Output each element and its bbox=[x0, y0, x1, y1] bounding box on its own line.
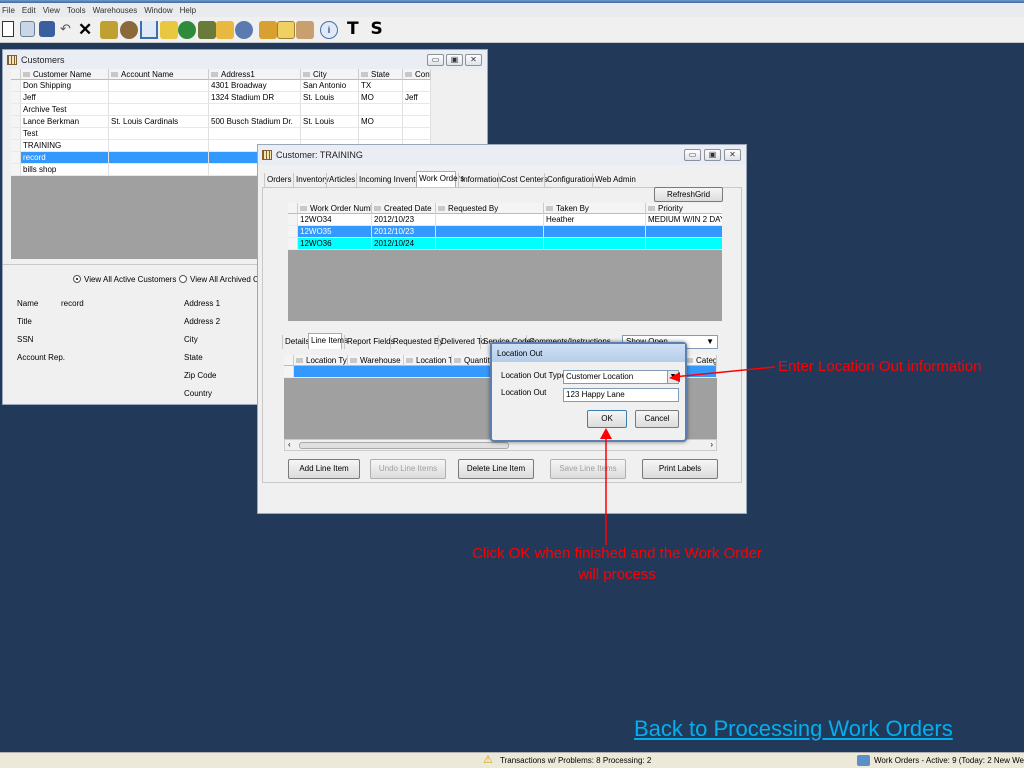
back-to-processing-link[interactable]: Back to Processing Work Orders bbox=[634, 716, 953, 742]
status-bar: ⚠ Transactions w/ Problems: 8 Processing… bbox=[0, 752, 1024, 768]
work-orders-status: Work Orders - Active: 9 (Today: 2 New We… bbox=[874, 756, 1024, 765]
warning-icon: ⚠ bbox=[483, 754, 493, 766]
annotation-click-ok: Click OK when finished and the Work Orde… bbox=[472, 545, 762, 583]
arrow-head-icon bbox=[600, 428, 612, 439]
arrow-line-to-dropdown bbox=[672, 366, 776, 378]
annotation-enter-location: Enter Location Out information bbox=[778, 358, 982, 375]
annotation-arrows bbox=[600, 366, 776, 545]
cart-icon bbox=[857, 755, 870, 766]
arrow-head-icon bbox=[669, 372, 680, 382]
transactions-status: Transactions w/ Problems: 8 Processing: … bbox=[500, 756, 652, 765]
